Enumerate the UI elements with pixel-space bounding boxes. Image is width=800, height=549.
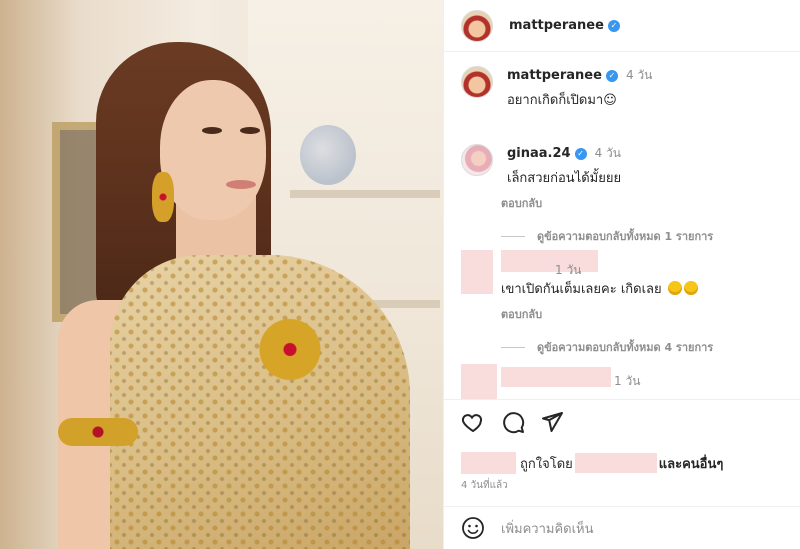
laughing-emoji-icon — [683, 281, 698, 295]
redacted-liker-name[interactable] — [574, 453, 657, 473]
author-avatar[interactable] — [461, 9, 493, 42]
instagram-post-view: mattperanee ✓ mattperanee ✓ 4 วัน อยากเกิด… — [0, 0, 800, 549]
redacted-avatar — [461, 250, 493, 294]
comment-time: 1 วัน — [614, 374, 641, 388]
view-replies-label: ดูข้อความตอบกลับทั้งหมด 1 รายการ — [537, 230, 714, 243]
share-icon[interactable] — [540, 410, 564, 434]
photo-eye — [240, 127, 260, 134]
caption-row: mattperanee ✓ 4 วัน อยากเกิดก็เปิดมา☺ — [461, 66, 652, 110]
commenter-avatar[interactable] — [461, 144, 493, 176]
caption-text: อยากเกิดก็เปิดมา☺ — [507, 93, 617, 108]
redacted-username — [501, 367, 611, 387]
photo-earring — [152, 172, 174, 222]
comments-list[interactable]: mattperanee ✓ 4 วัน อยากเกิดก็เปิดมา☺ gina… — [444, 53, 800, 399]
post-photo[interactable] — [0, 0, 443, 549]
redacted-avatar — [461, 364, 497, 399]
posted-time[interactable]: 4 วันที่แล้ว — [461, 478, 508, 493]
reply-button[interactable]: ตอบกลับ — [501, 305, 542, 323]
divider-line — [501, 346, 525, 348]
photo-armlet — [58, 418, 138, 446]
redacted-liker-avatars — [461, 452, 516, 474]
post-actions: ถูกใจโดย และคนอื่นๆ 4 วันที่แล้ว — [444, 399, 800, 515]
comment-input[interactable]: เพิ่มความคิดเห็น — [501, 518, 594, 539]
comment-time: 4 วัน — [594, 146, 621, 160]
post-side-panel: mattperanee ✓ mattperanee ✓ 4 วัน อยากเกิด… — [443, 0, 800, 549]
laughing-emoji-icon — [667, 281, 682, 295]
comment-icon[interactable] — [501, 410, 525, 434]
photo-eye — [202, 127, 222, 134]
photo-face — [160, 80, 266, 220]
view-replies-button[interactable]: ดูข้อความตอบกลับทั้งหมด 1 รายการ — [501, 227, 713, 245]
heart-icon[interactable] — [461, 410, 485, 434]
caption-author-avatar[interactable] — [461, 66, 493, 98]
caption-time: 4 วัน — [625, 68, 653, 82]
comment-text: เล็กสวยก่อนได้มั้ยยย — [507, 171, 622, 186]
verified-badge-icon: ✓ — [605, 70, 618, 82]
author-username[interactable]: mattperanee — [509, 18, 604, 33]
view-replies-label: ดูข้อความตอบกลับทั้งหมด 4 รายการ — [537, 341, 714, 354]
divider-line — [501, 235, 525, 237]
emoji-icon[interactable] — [461, 516, 485, 540]
reply-button[interactable]: ตอบกลับ — [501, 194, 542, 212]
comment-item: ginaa.24 ✓ 4 วัน เล็กสวยก่อนได้มั้ยยย — [461, 144, 621, 188]
add-comment-bar: เพิ่มความคิดเห็น — [444, 506, 800, 549]
likes-summary: ถูกใจโดย และคนอื่นๆ — [461, 452, 723, 474]
post-header: mattperanee ✓ — [444, 0, 800, 52]
and-others-label[interactable]: และคนอื่นๆ — [659, 453, 724, 474]
view-replies-button[interactable]: ดูข้อความตอบกลับทั้งหมด 4 รายการ — [501, 338, 713, 356]
redacted-username — [501, 250, 598, 272]
verified-badge-icon: ✓ — [607, 19, 620, 32]
photo-vase — [300, 125, 356, 185]
photo-shelf — [290, 190, 440, 198]
photo-thai-dress — [110, 255, 410, 549]
liked-by-prefix: ถูกใจโดย — [520, 456, 573, 472]
verified-badge-icon: ✓ — [574, 148, 587, 160]
commenter-username[interactable]: ginaa.24 — [507, 146, 571, 161]
comment-text-content: เขาเปิดกันเต็มเลยคะ เกิดเลย — [501, 282, 662, 297]
caption-username[interactable]: mattperanee — [507, 68, 602, 83]
photo-necklace — [250, 300, 330, 410]
comment-text: เขาเปิดกันเต็มเลยคะ เกิดเลย — [501, 278, 698, 299]
photo-lips — [226, 180, 256, 189]
